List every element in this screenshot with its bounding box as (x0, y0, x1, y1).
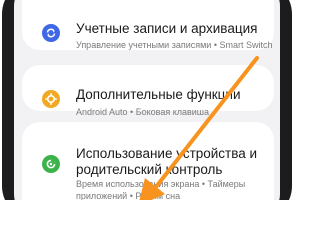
settings-item-title: Дополнительные функции (76, 87, 241, 102)
screenshot-stage: Учетные записи и архивация Управление уч… (0, 0, 320, 200)
digital-wellbeing-icon (42, 155, 60, 173)
gear-plus-icon (42, 90, 60, 108)
sync-icon (42, 24, 60, 42)
settings-item-digital-wellbeing[interactable]: Использование устройства и родительский … (22, 142, 258, 200)
settings-item-title-line2: родительский контроль (76, 162, 223, 177)
settings-item-subtitle-line1: Время использования экрана • Таймеры (76, 179, 246, 189)
settings-item-subtitle: Android Auto • Боковая клавиша (76, 107, 210, 117)
settings-item-subtitle-line2: приложений • Режим сна (76, 191, 181, 200)
settings-item-advanced-features[interactable]: Дополнительные функции Android Auto • Бо… (22, 84, 258, 124)
settings-item-subtitle: Управление учетными записями • Smart Swi… (76, 40, 273, 50)
settings-item-accounts-backup[interactable]: Учетные записи и архивация Управление уч… (22, 20, 273, 56)
settings-item-title: Учетные записи и архивация (76, 21, 258, 36)
settings-item-title-line1: Использование устройства и (76, 146, 258, 161)
